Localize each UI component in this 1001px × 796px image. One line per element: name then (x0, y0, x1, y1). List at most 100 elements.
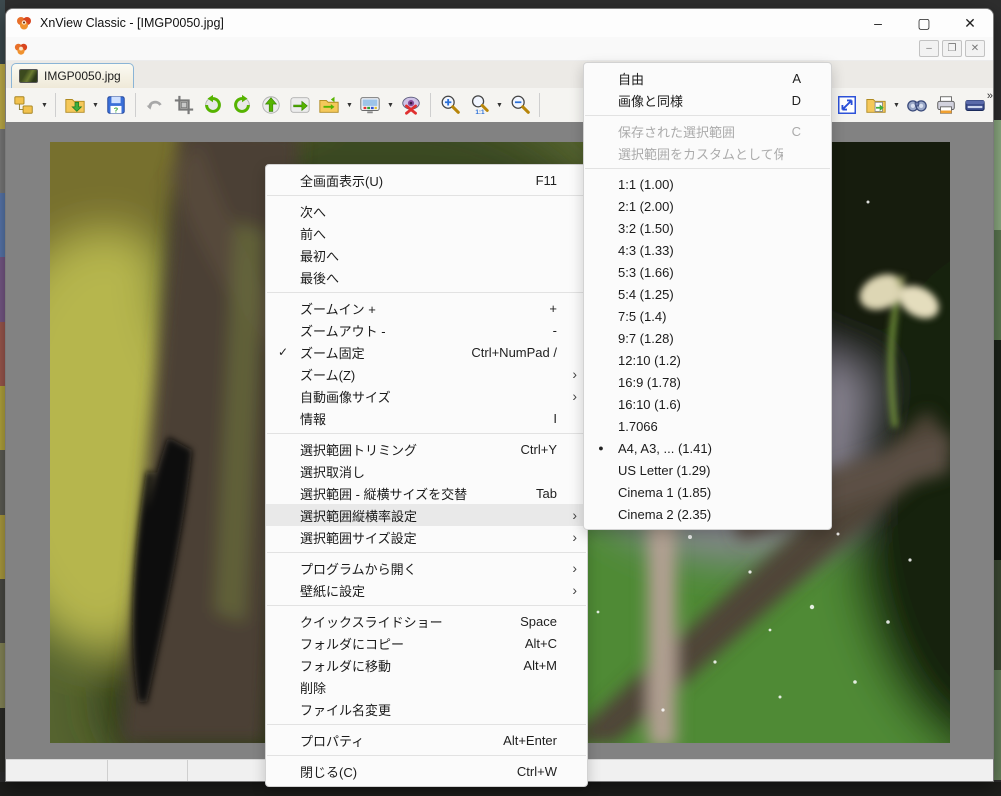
menu-item[interactable] (94, 47, 114, 51)
context-menu-item[interactable]: 削除 (266, 676, 587, 698)
browser-icon[interactable] (10, 91, 38, 119)
move-up-icon[interactable] (257, 91, 285, 119)
status-cell (6, 760, 108, 781)
resize-icon[interactable] (833, 91, 861, 119)
undo-icon[interactable] (141, 91, 169, 119)
zoom-1-1-dropdown[interactable]: ▼ (494, 91, 505, 119)
menu-item[interactable] (134, 47, 154, 51)
submenu-item[interactable]: 12:10 (1.2) (584, 349, 831, 371)
context-menu-item[interactable]: 選択取消し (266, 460, 587, 482)
submenu-item[interactable]: 5:4 (1.25) (584, 283, 831, 305)
context-menu-item[interactable]: 閉じる(C) Ctrl+W (266, 760, 587, 782)
context-menu-item[interactable]: 選択範囲サイズ設定 › (266, 526, 587, 548)
context-menu-item[interactable]: ✓ ズーム固定 Ctrl+NumPad / (266, 341, 587, 363)
context-menu-item[interactable]: 選択範囲縦横率設定 › (266, 504, 587, 526)
check-gutter: ✓ (277, 345, 289, 359)
submenu-item[interactable]: 1:1 (1.00) (584, 173, 831, 195)
submenu-item[interactable]: 7:5 (1.4) (584, 305, 831, 327)
context-menu-item[interactable]: プロパティ Alt+Enter (266, 729, 587, 751)
context-menu-item[interactable]: 最初へ (266, 244, 587, 266)
folder-swap-icon[interactable] (315, 91, 343, 119)
zoom-in-icon[interactable] (436, 91, 464, 119)
title-bar[interactable]: XnView Classic - [IMGP0050.jpg] – ▢ ✕ (6, 9, 993, 37)
zoom-out-icon[interactable] (506, 91, 534, 119)
context-menu-item[interactable]: フォルダにコピー Alt+C (266, 632, 587, 654)
submenu-item[interactable]: 選択範囲をカスタムとして保存 (584, 142, 831, 164)
browser-dropdown[interactable]: ▼ (39, 91, 50, 119)
submenu-item[interactable]: Cinema 2 (2.35) (584, 503, 831, 525)
menu-items (34, 47, 194, 51)
submenu-item[interactable]: 3:2 (1.50) (584, 217, 831, 239)
context-menu-item[interactable]: ズームイン + + (266, 297, 587, 319)
submenu-item[interactable]: ● A4, A3, ... (1.41) (584, 437, 831, 459)
context-menu-item[interactable]: 選択範囲トリミング Ctrl+Y (266, 438, 587, 460)
scanner-icon[interactable] (961, 91, 989, 119)
menu-item[interactable] (174, 47, 194, 51)
submenu-item[interactable]: 2:1 (2.00) (584, 195, 831, 217)
context-menu-item[interactable]: 前へ (266, 222, 587, 244)
tab-imgp0050[interactable]: IMGP0050.jpg (11, 63, 134, 88)
menu-separator (267, 433, 586, 434)
display-settings-dropdown[interactable]: ▼ (385, 91, 396, 119)
submenu-item[interactable]: Cinema 1 (1.85) (584, 481, 831, 503)
svg-text:?: ? (114, 105, 119, 114)
export-folder-icon[interactable] (862, 91, 890, 119)
context-menu-item[interactable]: 最後へ (266, 266, 587, 288)
mdi-minimize-button[interactable]: – (919, 40, 939, 57)
mdi-close-button[interactable]: ✕ (965, 40, 985, 57)
context-menu-item[interactable]: 選択範囲 - 縦横サイズを交替 Tab (266, 482, 587, 504)
menu-item[interactable] (114, 47, 134, 51)
menu-separator (585, 115, 830, 116)
display-settings-icon[interactable] (356, 91, 384, 119)
submenu-item[interactable]: 16:10 (1.6) (584, 393, 831, 415)
submenu-arrow-icon: › (572, 366, 577, 382)
rotate-right-icon[interactable] (228, 91, 256, 119)
submenu-item[interactable]: 保存された選択範囲 C (584, 120, 831, 142)
context-menu-item[interactable]: 次へ (266, 200, 587, 222)
rotate-left-icon[interactable] (199, 91, 227, 119)
red-eye-icon[interactable] (397, 91, 425, 119)
open-folder-icon[interactable] (61, 91, 89, 119)
submenu-item[interactable]: 4:3 (1.33) (584, 239, 831, 261)
toolbar-overflow-chevron[interactable]: » (987, 90, 993, 102)
next-image-icon[interactable] (286, 91, 314, 119)
menu-separator (267, 552, 586, 553)
context-menu-item[interactable]: 壁紙に設定 › (266, 579, 587, 601)
context-menu-item[interactable]: ズーム(Z) › (266, 363, 587, 385)
maximize-button[interactable]: ▢ (901, 9, 947, 37)
context-menu-item[interactable]: ファイル名変更 (266, 698, 587, 720)
zoom-1-1-icon[interactable]: 1:1 (465, 91, 493, 119)
context-menu: 全画面表示(U) F11 次へ 前へ 最初へ 最後へ ズームイン + + ズーム… (265, 164, 588, 787)
submenu-item[interactable]: 画像と同様 D (584, 89, 831, 111)
menu-item[interactable] (154, 47, 174, 51)
submenu-item[interactable]: 16:9 (1.78) (584, 371, 831, 393)
menu-item[interactable] (34, 47, 54, 51)
context-menu-item[interactable]: クイックスライドショー Space (266, 610, 587, 632)
context-menu-item[interactable]: 情報 I (266, 407, 587, 429)
close-button[interactable]: ✕ (947, 9, 993, 37)
menu-separator (267, 724, 586, 725)
menu-item[interactable] (54, 47, 74, 51)
search-icon[interactable] (903, 91, 931, 119)
crop-icon[interactable] (170, 91, 198, 119)
folder-swap-dropdown[interactable]: ▼ (344, 91, 355, 119)
print-icon[interactable] (932, 91, 960, 119)
submenu-item[interactable]: 5:3 (1.66) (584, 261, 831, 283)
submenu-item[interactable]: 1.7066 (584, 415, 831, 437)
context-menu-item[interactable]: フォルダに移動 Alt+M (266, 654, 587, 676)
submenu-item[interactable]: 9:7 (1.28) (584, 327, 831, 349)
menu-item[interactable] (74, 47, 94, 51)
context-menu-item[interactable]: ズームアウト - - (266, 319, 587, 341)
save-icon[interactable]: ? (102, 91, 130, 119)
mdi-restore-button[interactable]: ❐ (942, 40, 962, 57)
context-menu-item[interactable]: 自動画像サイズ › (266, 385, 587, 407)
context-menu-item[interactable]: 全画面表示(U) F11 (266, 169, 587, 191)
submenu-item[interactable]: US Letter (1.29) (584, 459, 831, 481)
context-menu-item[interactable]: プログラムから開く › (266, 557, 587, 579)
export-folder-dropdown[interactable]: ▼ (891, 91, 902, 119)
minimize-button[interactable]: – (855, 9, 901, 37)
open-folder-dropdown[interactable]: ▼ (90, 91, 101, 119)
submenu-item[interactable]: 自由 A (584, 67, 831, 89)
mdi-window-buttons: – ❐ ✕ (919, 40, 993, 57)
app-logo-icon (17, 17, 31, 30)
